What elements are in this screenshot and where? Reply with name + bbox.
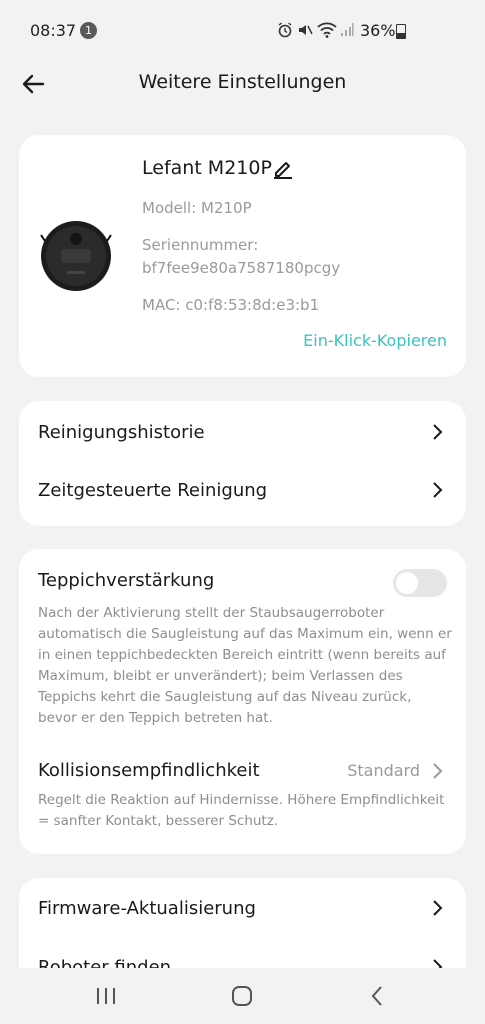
copy-button[interactable]: Ein-Klick-Kopieren xyxy=(303,331,447,350)
alarm-icon xyxy=(277,22,293,42)
chevron-right-icon xyxy=(433,900,443,916)
history-label: Reinigungshistorie xyxy=(38,422,205,443)
carpet-label: Teppichverstärkung xyxy=(38,570,215,591)
collision-value: Standard xyxy=(347,761,420,780)
carpet-description: Nach der Aktivierung stellt der Staubsau… xyxy=(38,605,452,726)
battery-icon xyxy=(396,24,406,39)
history-row[interactable]: Reinigungshistorie xyxy=(19,401,466,463)
serial-label: Seriennummer: xyxy=(142,236,259,254)
model-text: Modell: M210P xyxy=(142,199,252,217)
back-nav-button[interactable] xyxy=(357,982,397,1010)
system-nav-bar xyxy=(0,968,485,1024)
toggle-knob xyxy=(396,572,418,594)
recents-button[interactable] xyxy=(86,982,126,1010)
serial-value: bf7fee9e80a7587180pcgy xyxy=(142,259,341,277)
notification-badge: 1 xyxy=(80,22,97,39)
collision-description: Regelt die Reaktion auf Hindernisse. Höh… xyxy=(38,792,445,829)
chevron-right-icon xyxy=(433,482,443,498)
mac-text: MAC: c0:f8:53:8d:e3:b1 xyxy=(142,296,320,314)
firmware-row[interactable]: Firmware-Aktualisierung xyxy=(19,878,466,940)
battery-percent: 36% xyxy=(360,21,396,40)
recents-icon xyxy=(97,988,115,1004)
firmware-label: Firmware-Aktualisierung xyxy=(38,898,256,919)
device-info-card: Lefant M210P Modell: M210P Seriennummer:… xyxy=(19,135,466,377)
robot-image xyxy=(39,219,113,293)
pencil-icon xyxy=(274,162,292,179)
home-button[interactable] xyxy=(222,982,262,1010)
device-name: Lefant M210P xyxy=(142,157,272,179)
page-title: Weitere Einstellungen xyxy=(138,71,347,93)
wifi-icon xyxy=(317,21,337,42)
home-icon xyxy=(232,986,252,1006)
chevron-right-icon xyxy=(433,424,443,440)
chevron-right-icon xyxy=(433,763,443,779)
cleaning-menu-card: Reinigungshistorie Zeitgesteuerte Reinig… xyxy=(19,401,466,526)
scheduled-row[interactable]: Zeitgesteuerte Reinigung xyxy=(19,463,466,525)
app-header: Weitere Einstellungen xyxy=(0,60,485,108)
scheduled-label: Zeitgesteuerte Reinigung xyxy=(38,480,268,501)
chevron-left-icon xyxy=(371,986,382,1006)
status-time: 08:37 xyxy=(30,21,77,40)
edit-name-button[interactable] xyxy=(272,157,294,179)
mute-icon xyxy=(297,22,313,42)
signal-icon xyxy=(340,22,354,41)
status-bar: 08:37 1 36% xyxy=(0,0,485,60)
settings-card: Teppichverstärkung Nach der Aktivierung … xyxy=(19,549,466,854)
collision-row[interactable]: Kollisionsempfindlichkeit Standard xyxy=(19,747,466,793)
carpet-toggle[interactable] xyxy=(393,569,447,597)
collision-label: Kollisionsempfindlichkeit xyxy=(38,760,260,781)
